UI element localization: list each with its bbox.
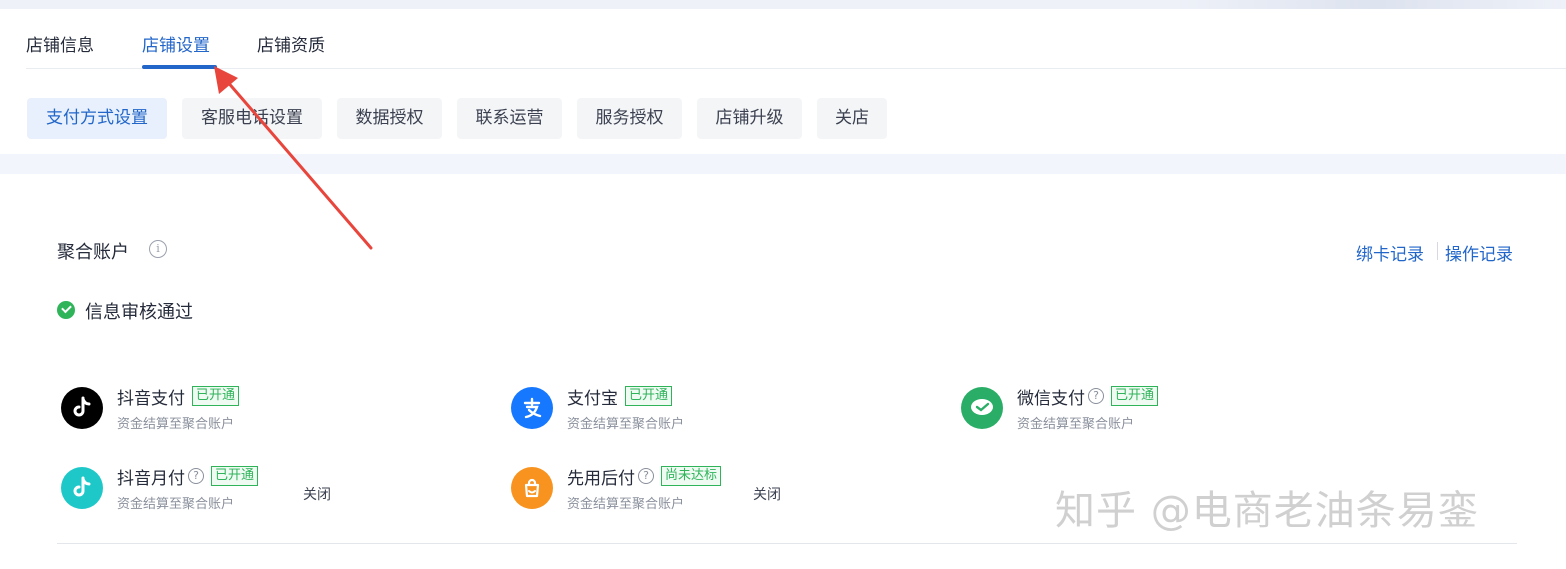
subtab-service-authorization[interactable]: 服务授权	[577, 98, 682, 139]
check-circle-icon	[57, 301, 75, 319]
close-button[interactable]: 关闭	[753, 484, 781, 504]
payment-wechat-pay: 微信支付 ? 已开通 资金结算至聚合账户	[961, 384, 1261, 434]
status-badge: 已开通	[625, 386, 673, 406]
subtab-store-upgrade[interactable]: 店铺升级	[697, 98, 802, 139]
subtab-payment-settings[interactable]: 支付方式设置	[27, 98, 167, 139]
status-badge: 已开通	[211, 466, 259, 486]
payment-alipay: 支付宝 已开通 资金结算至聚合账户	[511, 384, 811, 434]
top-strip	[0, 0, 1566, 9]
section-title: 聚合账户	[57, 242, 129, 263]
subtab-close-store[interactable]: 关店	[817, 98, 887, 139]
payment-desc: 资金结算至聚合账户	[117, 417, 235, 432]
payment-douyin-monthly: 抖音月付 ? 已开通 资金结算至聚合账户 关闭	[61, 464, 361, 514]
audit-status-text: 信息审核通过	[85, 302, 193, 323]
payment-desc: 资金结算至聚合账户	[117, 497, 235, 512]
help-icon[interactable]: ?	[638, 468, 654, 484]
pay-later-icon	[511, 467, 553, 509]
main-tabs: 店铺信息 店铺设置 店铺资质	[26, 9, 1566, 69]
payment-desc: 资金结算至聚合账户	[567, 417, 685, 432]
alipay-icon	[511, 387, 553, 429]
bottom-divider	[57, 543, 1517, 544]
tab-store-settings[interactable]: 店铺设置	[142, 31, 210, 56]
subtab-contact-operation[interactable]: 联系运营	[457, 98, 562, 139]
subtab-service-phone[interactable]: 客服电话设置	[182, 98, 322, 139]
section-divider	[0, 154, 1566, 174]
payment-desc: 资金结算至聚合账户	[1017, 417, 1135, 432]
link-separator	[1437, 242, 1438, 260]
douyin-icon	[61, 387, 103, 429]
wechat-pay-icon	[961, 387, 1003, 429]
operation-record-link[interactable]: 操作记录	[1445, 240, 1513, 265]
watermark-text: 知乎 @电商老油条易銮	[1055, 488, 1479, 534]
douyin-monthly-icon	[61, 467, 103, 509]
payment-name: 支付宝	[567, 389, 618, 409]
payment-name: 先用后付	[567, 469, 635, 489]
status-badge: 已开通	[1111, 386, 1159, 406]
payment-pay-later: 先用后付 ? 尚未达标 资金结算至聚合账户 关闭	[511, 464, 811, 514]
payment-desc: 资金结算至聚合账户	[567, 497, 685, 512]
tab-store-qualification[interactable]: 店铺资质	[257, 31, 325, 56]
active-tab-indicator	[142, 65, 217, 69]
payment-name: 微信支付	[1017, 389, 1085, 409]
bind-card-record-link[interactable]: 绑卡记录	[1356, 240, 1424, 265]
payment-name: 抖音支付	[117, 389, 185, 409]
subtab-data-authorization[interactable]: 数据授权	[337, 98, 442, 139]
info-icon[interactable]: i	[149, 240, 167, 258]
close-button[interactable]: 关闭	[303, 484, 331, 504]
tab-store-info[interactable]: 店铺信息	[26, 31, 94, 56]
payment-name: 抖音月付	[117, 469, 185, 489]
payment-douyin-pay: 抖音支付 已开通 资金结算至聚合账户	[61, 384, 361, 434]
status-badge: 已开通	[192, 386, 240, 406]
status-badge: 尚未达标	[661, 466, 722, 486]
help-icon[interactable]: ?	[188, 468, 204, 484]
help-icon[interactable]: ?	[1088, 388, 1104, 404]
